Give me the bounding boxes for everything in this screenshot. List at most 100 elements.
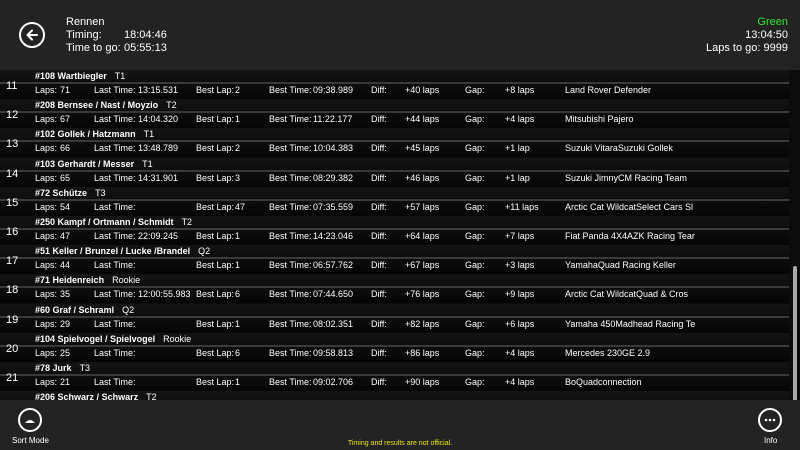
- sort-mode-button[interactable]: [18, 408, 42, 432]
- best-time-value: 09:38.989: [313, 85, 354, 95]
- clock: 13:04:50: [745, 29, 788, 41]
- position: 16: [6, 226, 19, 238]
- gap-label: Gap:: [465, 85, 485, 95]
- table-row[interactable]: 11 #108 Wartbiegler T1 Laps: 71 Last Time: 13:…: [0, 70, 789, 99]
- best-lap-value: 3: [235, 172, 241, 183]
- car-number: #104: [35, 333, 56, 344]
- diff-value: +64 laps: [405, 231, 440, 241]
- diff-label: Diff:: [371, 85, 387, 95]
- competitor: #71 Heidenreich Rookie: [35, 275, 140, 285]
- laps-label: Laps:: [35, 377, 58, 387]
- last-value: 14:31.901: [138, 172, 179, 183]
- competitor: #103 Gerhardt / Messer T1: [35, 159, 153, 169]
- vehicle-value: Fiat Panda 4X4AZK Racing Tear: [565, 231, 695, 241]
- best-lap-label: Best Lap:: [196, 143, 235, 154]
- best-time-value: 07:44.650: [313, 289, 354, 300]
- more-dots-icon: [764, 418, 776, 422]
- class-badge: T3: [79, 363, 91, 373]
- table-row[interactable]: 21 #78 Jurk T3 Laps: 21 Last Time: Best Lap: 1 B…: [0, 362, 789, 391]
- laps-label: Laps:: [35, 289, 58, 300]
- gap-value: +7 laps: [505, 231, 535, 241]
- footer-bar: Sort Mode Timing and results are not off…: [0, 400, 800, 450]
- gap-label: Gap:: [465, 172, 485, 183]
- row-divider: [0, 374, 789, 376]
- best-time-value: 10:04.383: [313, 143, 354, 154]
- laps-value: 35: [60, 289, 71, 300]
- scrollbar[interactable]: [793, 266, 797, 400]
- class-badge: T1: [143, 129, 155, 140]
- best-lap-label: Best Lap:: [196, 231, 235, 241]
- diff-label: Diff:: [371, 260, 387, 271]
- car-number: #250: [35, 217, 56, 227]
- table-row[interactable]: 18 #71 Heidenreich Rookie Laps: 35 Last Time:…: [0, 274, 789, 304]
- info-label[interactable]: Info: [764, 436, 777, 445]
- table-row[interactable]: #206 Schwarz / Schwarz T2: [0, 391, 789, 400]
- race-info: Rennen Timing: 18:04:46 Time to go: 05:55:…: [66, 16, 167, 55]
- laps-value: 44: [60, 260, 71, 271]
- last-label: Last Time:: [94, 260, 136, 271]
- best-lap-value: 2: [235, 143, 241, 154]
- gap-value: +4 laps: [505, 347, 535, 358]
- best-time-value: 11:22.177: [313, 114, 353, 125]
- vehicle-value: Mercedes 230GE 2.9: [565, 347, 651, 358]
- race-name: Rennen: [66, 16, 105, 28]
- best-time-label: Best Time:: [269, 114, 312, 125]
- driver-names: Gerhardt / Messer: [57, 158, 135, 169]
- diff-value: +40 laps: [405, 85, 440, 95]
- laps-label: Laps:: [35, 231, 58, 241]
- best-lap-value: 2: [235, 85, 241, 95]
- laps-label: Laps:: [35, 318, 58, 329]
- best-time-value: 06:57.762: [313, 260, 354, 271]
- diff-label: Diff:: [371, 201, 387, 212]
- competitor: #206 Schwarz / Schwarz T2: [35, 392, 157, 400]
- laps-label: Laps:: [35, 260, 58, 271]
- car-number: #71: [35, 275, 51, 286]
- row-divider: [0, 111, 789, 114]
- row-divider: [0, 257, 789, 260]
- table-row[interactable]: 17 #51 Keller / Brunzel / Lucke /Brandel Q…: [0, 245, 789, 275]
- gap-label: Gap:: [465, 201, 485, 212]
- class-badge: Q2: [198, 246, 211, 257]
- table-row[interactable]: 13 #102 Gollek / Hatzmann T1 Laps: 66 Last Ti…: [0, 128, 789, 158]
- laps-value: 29: [60, 318, 71, 329]
- table-row[interactable]: 19 #60 Graf / Schraml Q2 Laps: 29 Last Time: B…: [0, 303, 789, 333]
- competitor: #102 Gollek / Hatzmann T1: [35, 129, 154, 139]
- table-row[interactable]: 12 #208 Bernsee / Nast / Moyzio T2 Laps: 67 L…: [0, 99, 789, 129]
- table-row[interactable]: 20 #104 Spielvogel / Spielvogel Rookie Laps…: [0, 332, 789, 362]
- last-label: Last Time:: [94, 172, 136, 183]
- diff-value: +44 laps: [405, 114, 440, 125]
- diff-value: +57 laps: [405, 201, 440, 212]
- flag-status: Green: [757, 16, 788, 28]
- best-lap-label: Best Lap:: [196, 289, 235, 300]
- driver-names: Kampf / Ortmann / Schmidt: [57, 217, 174, 227]
- gap-value: +4 laps: [505, 377, 535, 387]
- competitor: #104 Spielvogel / Spielvogel Rookie: [35, 334, 191, 344]
- time-to-go-label: Time to go:: [66, 42, 121, 54]
- gap-label: Gap:: [465, 260, 485, 271]
- table-row[interactable]: 16 #250 Kampf / Ortmann / Schmidt T2 Laps: 4…: [0, 216, 789, 245]
- driver-names: Graf / Schraml: [52, 304, 115, 315]
- table-row[interactable]: 14 #103 Gerhardt / Messer T1 Laps: 65 Last Ti…: [0, 157, 789, 187]
- results-table[interactable]: #206 Schwarz / Schwarz T2 21 #78 Jurk T3 Laps…: [0, 70, 800, 400]
- gap-label: Gap:: [465, 318, 485, 329]
- vehicle-value: Suzuki VitaraSuzuki Gollek: [565, 143, 673, 154]
- back-button[interactable]: [19, 22, 45, 48]
- time-to-go-row: Time to go: 05:55:13: [66, 42, 167, 55]
- table-row[interactable]: 15 #72 Schütze T3 Laps: 54 Last Time: Best Lap…: [0, 186, 789, 216]
- info-button[interactable]: [758, 408, 782, 432]
- driver-names: Gollek / Hatzmann: [57, 129, 136, 140]
- best-time-label: Best Time:: [269, 201, 312, 212]
- best-time-label: Best Time:: [269, 231, 312, 241]
- class-badge: Q2: [122, 304, 135, 315]
- competitor: #208 Bernsee / Nast / Moyzio T2: [35, 100, 177, 110]
- sort-mode-icon: [25, 420, 35, 423]
- laps-value: 66: [60, 143, 71, 154]
- last-label: Last Time:: [94, 289, 136, 300]
- best-lap-label: Best Lap:: [196, 85, 235, 95]
- best-time-value: 08:02.351: [313, 318, 354, 329]
- best-time-value: 14:23.046: [313, 231, 354, 241]
- position: 19: [6, 313, 19, 326]
- diff-label: Diff:: [371, 318, 387, 329]
- best-lap-value: 6: [235, 347, 241, 358]
- best-lap-value: 6: [235, 289, 241, 300]
